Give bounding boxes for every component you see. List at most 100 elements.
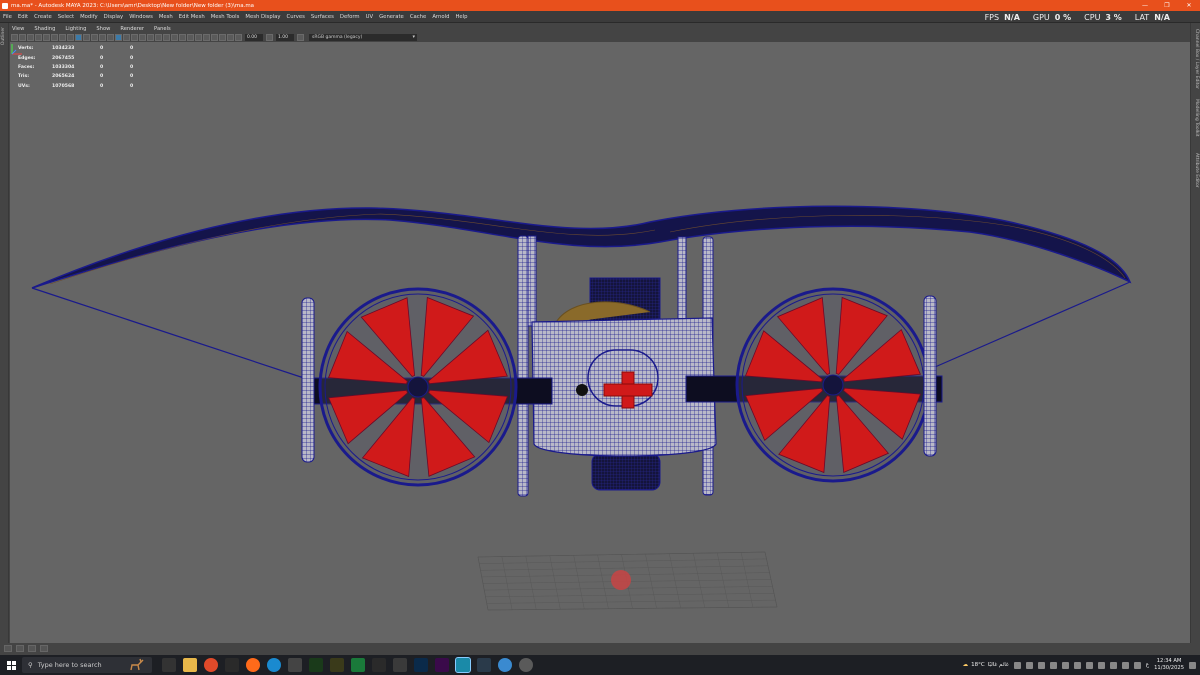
tray-icon[interactable] (1025, 661, 1033, 669)
clapper-icon[interactable] (225, 658, 239, 672)
photoshop-ps-icon[interactable] (414, 658, 428, 672)
minimize-button[interactable]: — (1134, 0, 1156, 11)
menu-select[interactable]: Select (58, 14, 74, 20)
resolution-gate-icon[interactable] (75, 34, 82, 41)
xray-icon[interactable] (211, 34, 218, 41)
menu-surfaces[interactable]: Surfaces (311, 14, 334, 20)
battery-icon[interactable] (1133, 661, 1141, 669)
smooth-shade-icon[interactable] (123, 34, 130, 41)
layout-icon[interactable] (4, 645, 12, 652)
grid-icon[interactable] (59, 34, 66, 41)
x-app-icon[interactable] (477, 658, 491, 672)
safe-action-icon[interactable] (99, 34, 106, 41)
menu-arnold[interactable]: Arnold (432, 14, 449, 20)
menu-mesh[interactable]: Mesh (159, 14, 173, 20)
channel-box-tab[interactable]: Channel Box / Layer Editor (1194, 29, 1199, 89)
bookmark-icon[interactable] (27, 34, 34, 41)
excel-icon[interactable] (351, 658, 365, 672)
speaker-icon[interactable] (1121, 661, 1129, 669)
menu-deform[interactable]: Deform (340, 14, 360, 20)
weather-widget[interactable]: ☁ 18°C غائم غالبًا (963, 662, 1009, 668)
panel-menu-renderer[interactable]: Renderer (120, 26, 144, 32)
motion-blur-icon[interactable] (179, 34, 186, 41)
network-icon[interactable] (1109, 661, 1117, 669)
menu-modify[interactable]: Modify (80, 14, 98, 20)
modelling-toolkit-tab[interactable]: Modelling Toolkit (1194, 99, 1199, 137)
gamma-icon[interactable] (266, 34, 273, 41)
tray-icon[interactable] (1037, 661, 1045, 669)
menu-help[interactable]: Help (455, 14, 467, 20)
chrome-icon[interactable] (204, 658, 218, 672)
xray-joints-icon[interactable] (219, 34, 226, 41)
app-icon[interactable] (393, 658, 407, 672)
camera-attributes-icon[interactable] (19, 34, 26, 41)
select-camera-icon[interactable] (11, 34, 18, 41)
field-chart-icon[interactable] (91, 34, 98, 41)
menu-uv[interactable]: UV (366, 14, 374, 20)
menu-generate[interactable]: Generate (379, 14, 404, 20)
edge-icon[interactable] (267, 658, 281, 672)
layout-icon[interactable] (16, 645, 24, 652)
left-fan[interactable] (318, 287, 518, 487)
maya-m-icon[interactable] (330, 658, 344, 672)
panel-menu-panels[interactable]: Panels (154, 26, 171, 32)
store-icon[interactable] (288, 658, 302, 672)
lights-icon[interactable] (155, 34, 162, 41)
layout-icon[interactable] (40, 645, 48, 652)
shadows-icon[interactable] (163, 34, 170, 41)
default-material-icon[interactable] (131, 34, 138, 41)
menu-cache[interactable]: Cache (410, 14, 426, 20)
gate-mask-icon[interactable] (83, 34, 90, 41)
firefox-icon[interactable] (246, 658, 260, 672)
task-view-icon[interactable] (162, 658, 176, 672)
clock[interactable]: 12:34 AM 11/30/2025 (1154, 658, 1184, 672)
premiere-icon[interactable] (435, 658, 449, 672)
wireframe-icon[interactable] (115, 34, 122, 41)
view-transform-icon[interactable] (297, 34, 304, 41)
menu-create[interactable]: Create (34, 14, 52, 20)
tray-icon[interactable] (1073, 661, 1081, 669)
2d-pan-zoom-icon[interactable] (43, 34, 50, 41)
notifications-icon[interactable] (1189, 661, 1196, 669)
media-icon[interactable] (519, 658, 533, 672)
wing[interactable] (31, 205, 1132, 289)
grease-pencil-icon[interactable] (51, 34, 58, 41)
menu-edit[interactable]: Edit (18, 14, 28, 20)
3d-viewport[interactable]: Verts: 1034233 0 0 Edges: 2067455 0 0 Faces: 10… (10, 42, 1190, 643)
outliner-strip[interactable]: Outliner (0, 23, 9, 643)
anti-aliasing-icon[interactable] (187, 34, 194, 41)
wireframe-on-shaded-icon[interactable] (139, 34, 146, 41)
exposure-field[interactable]: 0.00 (245, 34, 263, 41)
menu-windows[interactable]: Windows (129, 14, 153, 20)
bottom-cylinder[interactable] (591, 453, 661, 491)
start-button[interactable] (0, 655, 22, 675)
panel-menu-shading[interactable]: Shading (34, 26, 55, 32)
menu-edit-mesh[interactable]: Edit Mesh (179, 14, 205, 20)
tray-icon[interactable] (1061, 661, 1069, 669)
maximize-button[interactable]: ❐ (1156, 0, 1178, 11)
panel-menu-show[interactable]: Show (96, 26, 110, 32)
maya-active-icon[interactable] (455, 657, 471, 673)
scene-wireframe[interactable] (10, 42, 1190, 643)
attribute-editor-tab[interactable]: Attribute Editor (1194, 153, 1199, 188)
panel-menu-view[interactable]: View (12, 26, 24, 32)
panel-menu-lighting[interactable]: Lighting (65, 26, 86, 32)
right-fan[interactable] (735, 287, 931, 483)
backface-culling-icon[interactable] (227, 34, 234, 41)
close-button[interactable]: ✕ (1178, 0, 1200, 11)
tray-icon[interactable] (1097, 661, 1105, 669)
3dsmax-icon[interactable] (372, 658, 386, 672)
image-plane-icon[interactable] (35, 34, 42, 41)
exposure-icon[interactable] (235, 34, 242, 41)
gamma-field[interactable]: 1.00 (276, 34, 294, 41)
isolate-select-icon[interactable] (203, 34, 210, 41)
light-sphere[interactable] (611, 570, 631, 590)
tray-icon[interactable] (1013, 661, 1021, 669)
photoshop-icon[interactable] (309, 658, 323, 672)
browser-icon[interactable] (498, 658, 512, 672)
taskbar-search[interactable]: ⚲ Type here to search (22, 657, 152, 673)
safe-title-icon[interactable] (107, 34, 114, 41)
tray-icon[interactable] (1085, 661, 1093, 669)
menu-mesh-display[interactable]: Mesh Display (245, 14, 280, 20)
film-gate-icon[interactable] (67, 34, 74, 41)
